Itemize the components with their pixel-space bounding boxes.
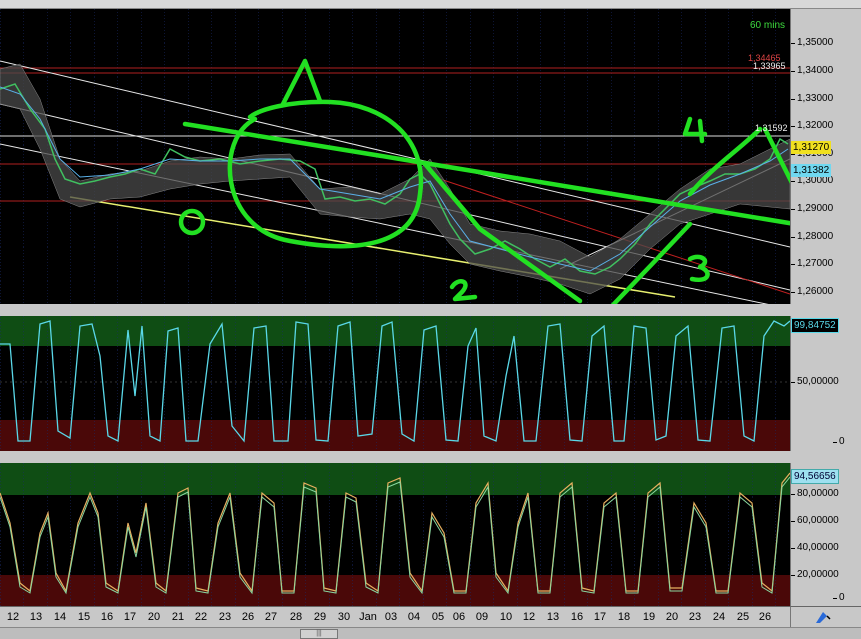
oscillator-2-svg [0,463,790,606]
date-label: 21 [171,611,185,623]
date-label: 05 [431,611,445,623]
window-titlebar [0,0,861,9]
date-label: 25 [736,611,750,623]
price-tick: 1,32000 [790,120,834,131]
horizontal-scrollbar[interactable]: ||| [0,627,861,639]
date-label: 12 [522,611,536,623]
price-chart-pane[interactable]: 60 mins 1,34465 1,33965 1,31592 [0,9,790,304]
date-label: 14 [53,611,67,623]
moving-average-badge: 1,31382 [791,164,832,177]
oscillator-2-tick: 20,00000 [791,569,839,580]
date-label: 18 [617,611,631,623]
date-label: 29 [313,611,327,623]
price-tick: 1,27000 [790,258,834,269]
date-label: 30 [337,611,351,623]
current-price-badge: 1,31270 [791,141,832,154]
date-label: 20 [147,611,161,623]
oscillator-2-value-badge: 94,56656 [791,469,839,484]
date-label: 04 [407,611,421,623]
oscillator-1-tick: 0 [833,436,845,447]
price-tick: 1,33000 [790,93,834,104]
date-label: 13 [546,611,560,623]
chart-corner [790,606,861,627]
price-tick: 1,35000 [790,37,834,48]
date-label: 16 [570,611,584,623]
date-label: 20 [665,611,679,623]
date-label: 19 [642,611,656,623]
oscillator-2-tick: 80,00000 [791,488,839,499]
oscillator-1-axis[interactable]: 99,84752 50,00000 0 [790,316,861,451]
oscillator-2-tick: 40,00000 [791,542,839,553]
date-label: 15 [77,611,91,623]
date-label: 27 [264,611,278,623]
date-label: 17 [593,611,607,623]
date-label: 16 [100,611,114,623]
oscillator-1-tick: 50,00000 [791,376,839,387]
price-axis[interactable]: 1,35000 1,34000 1,33000 1,32000 1,31000 … [790,9,861,304]
oscillator-1-pane[interactable] [0,316,790,451]
date-label: 23 [218,611,232,623]
drawing-tool-icon[interactable] [813,608,833,626]
price-tick: 1,34000 [790,65,834,76]
date-label: 28 [289,611,303,623]
date-label: 03 [384,611,398,623]
date-label: 06 [452,611,466,623]
price-tick: 1,29000 [790,203,834,214]
price-tick: 1,28000 [790,231,834,242]
date-label: 17 [123,611,137,623]
date-label: 13 [29,611,43,623]
pane-separator[interactable] [0,451,861,463]
oscillator-2-tick: 60,00000 [791,515,839,526]
oscillator-2-pane[interactable] [0,463,790,606]
date-label: 22 [194,611,208,623]
pane-separator[interactable] [0,304,861,316]
price-tag-high-2: 1,33965 [753,61,786,71]
timeframe-label: 60 mins [750,20,786,31]
date-label: 09 [475,611,489,623]
date-label: 26 [758,611,772,623]
date-label: 10 [499,611,513,623]
date-label: 26 [241,611,255,623]
oscillator-2-axis[interactable]: 94,56656 80,00000 60,00000 40,00000 20,0… [790,463,861,606]
price-chart-svg [0,9,790,304]
date-label: 12 [6,611,20,623]
oscillator-1-value-badge: 99,84752 [791,318,839,333]
date-label: 24 [712,611,726,623]
date-axis[interactable]: 12 13 14 15 16 17 20 21 22 23 26 27 28 29 30 Jan 03 04 05 0… [0,606,790,627]
oscillator-2-tick: 0 [833,592,845,603]
price-tag-line: 1,31592 [755,123,788,133]
price-tick: 1,26000 [790,286,834,297]
date-label: 23 [688,611,702,623]
oscillator-1-svg [0,316,790,451]
date-label: Jan [359,611,377,623]
